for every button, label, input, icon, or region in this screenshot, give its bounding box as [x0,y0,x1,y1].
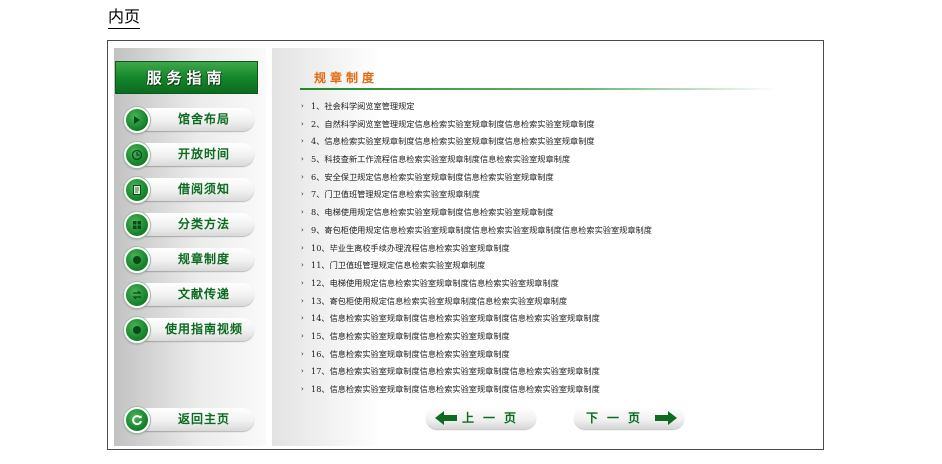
bullet-icon: › [301,225,304,234]
section-title: 规章制度 [314,71,379,85]
grid-icon [124,212,150,238]
prev-page-label: 上一页 [462,411,526,425]
rule-list-item: › 6、安全保卫规定信息检索实验室规章制度信息检索实验室规章制度 [301,169,811,187]
nav-item-layout[interactable]: 馆舍布局 [124,107,256,133]
sidebar-header-title: 服务指南 [146,69,227,87]
rule-list-item: › 8、电梯使用规定信息检索实验室规章制度信息检索实验室规章制度 [301,204,811,222]
nav-item-label: 借阅须知 [177,182,230,196]
rule-link[interactable]: 16、信息检索实验室规章制度信息检索实验室规章制度 [311,346,510,364]
main-panel: 规章制度 › 1、社会科学阅览室管理规定 › 2、自然科学阅览室管理规定信息检索实验室… [272,48,818,446]
nav-item-document-delivery[interactable]: 文献传递 [124,282,256,308]
rule-link[interactable]: 9、寄包柜使用规定信息检索实验室规章制度信息检索实验室规章制度信息检索实验室规章… [311,222,652,240]
rule-link[interactable]: 18、信息检索实验室规章制度信息检索实验室规章制度信息检索实验室规章制度 [311,381,600,399]
rule-list-item: › 1、社会科学阅览室管理规定 [301,98,811,116]
rule-list-item: › 13、寄包柜使用规定信息检索实验室规章制度信息检索实验室规章制度 [301,293,811,311]
page-label: 内页 [108,7,141,26]
video-icon [124,317,150,343]
document-icon [124,177,150,203]
nav-item-label: 分类方法 [177,217,230,231]
arrow-right-icon [124,107,150,133]
bullet-icon: › [301,367,304,376]
nav-item-label: 使用指南视频 [164,322,243,336]
transfer-icon [124,282,150,308]
rule-list-item: › 11、门卫值班管理规定信息检索实验室规章制度 [301,257,811,275]
bullet-icon: › [301,190,304,199]
next-page-button[interactable]: 下一页 [574,407,684,429]
rule-list-item: › 12、电梯使用规定信息检索实验室规章制度信息检索实验室规章制度 [301,275,811,293]
nav-item-guide-video[interactable]: 使用指南视频 [124,317,256,343]
nav-item-label: 馆舍布局 [177,112,230,126]
nav-item-label: 规章制度 [177,252,230,266]
bullet-icon: › [301,102,304,110]
rules-list: › 1、社会科学阅览室管理规定 › 2、自然科学阅览室管理规定信息检索实验室规章制度信… [301,98,811,399]
rule-link[interactable]: 7、门卫值班管理规定信息检索实验室规章制度 [311,186,480,204]
arrow-right-icon [655,411,677,425]
rule-list-item: › 2、自然科学阅览室管理规定信息检索实验室规章制度信息检索实验室规章制度 [301,116,811,134]
arrow-left-icon [435,411,457,425]
clock-icon [124,142,150,168]
sidebar-header: 服务指南 [115,61,258,94]
content-frame: 服务指南 馆舍布局 开放时间 借阅须知 分类方法 规章制度 文献传递 使用指南视… [107,40,824,450]
rule-link[interactable]: 10、毕业生离校手续办理流程信息检索实验室规章制度 [311,240,510,258]
rule-link[interactable]: 8、电梯使用规定信息检索实验室规章制度信息检索实验室规章制度 [311,204,554,222]
next-page-label: 下一页 [586,411,650,425]
bullet-icon: › [301,137,304,146]
bullet-icon: › [301,155,304,164]
rule-list-item: › 17、信息检索实验室规章制度信息检索实验室规章制度信息检索实验室规章制度 [301,363,811,381]
rule-link[interactable]: 14、信息检索实验室规章制度信息检索实验室规章制度信息检索实验室规章制度 [311,310,600,328]
rule-list-item: › 7、门卫值班管理规定信息检索实验室规章制度 [301,186,811,204]
rule-link[interactable]: 2、自然科学阅览室管理规定信息检索实验室规章制度信息检索实验室规章制度 [311,116,595,134]
rule-link[interactable]: 4、信息检索实验室规章制度信息检索实验室规章制度信息检索实验室规章制度 [311,133,595,151]
prev-page-button[interactable]: 上一页 [426,407,536,429]
rule-link[interactable]: 12、电梯使用规定信息检索实验室规章制度信息检索实验室规章制度 [311,275,559,293]
section-divider [300,88,778,90]
nav-item-regulations[interactable]: 规章制度 [124,247,256,273]
rule-list-item: › 9、寄包柜使用规定信息检索实验室规章制度信息检索实验室规章制度信息检索实验室规… [301,222,811,240]
rule-list-item: › 5、科技查新工作流程信息检索实验室规章制度信息检索实验室规章制度 [301,151,811,169]
rule-list-item: › 15、信息检索实验室规章制度信息检索实验室规章制度 [301,328,811,346]
bullet-icon: › [301,208,304,217]
rule-link[interactable]: 1、社会科学阅览室管理规定 [311,98,414,116]
bullet-icon: › [301,385,304,393]
bullet-icon: › [301,172,304,181]
rule-link[interactable]: 11、门卫值班管理规定信息检索实验室规章制度 [311,257,485,275]
rule-link[interactable]: 13、寄包柜使用规定信息检索实验室规章制度信息检索实验室规章制度 [311,293,567,311]
nav-item-label: 返回主页 [177,412,230,426]
bullet-icon: › [301,331,304,340]
rule-link[interactable]: 17、信息检索实验室规章制度信息检索实验室规章制度信息检索实验室规章制度 [311,363,600,381]
nav-item-label: 开放时间 [177,147,230,161]
rule-link[interactable]: 15、信息检索实验室规章制度信息检索实验室规章制度 [311,328,510,346]
nav-item-borrowing[interactable]: 借阅须知 [124,177,256,203]
page-label-underline [108,28,140,29]
bullet-icon: › [301,243,304,252]
bullet-icon: › [301,349,304,358]
sidebar: 服务指南 馆舍布局 开放时间 借阅须知 分类方法 规章制度 文献传递 使用指南视… [114,48,266,446]
bullet-icon: › [301,296,304,305]
rule-list-item: › 14、信息检索实验室规章制度信息检索实验室规章制度信息检索实验室规章制度 [301,310,811,328]
rule-list-item: › 16、信息检索实验室规章制度信息检索实验室规章制度 [301,346,811,364]
bullet-icon: › [301,314,304,323]
rule-link[interactable]: 6、安全保卫规定信息检索实验室规章制度信息检索实验室规章制度 [311,169,554,187]
nav-item-label: 文献传递 [177,287,230,301]
bullet-icon: › [301,119,304,128]
bullet-icon: › [301,261,304,270]
rule-link[interactable]: 5、科技查新工作流程信息检索实验室规章制度信息检索实验室规章制度 [311,151,570,169]
nav-item-classification[interactable]: 分类方法 [124,212,256,238]
rule-list-item: › 18、信息检索实验室规章制度信息检索实验室规章制度信息检索实验室规章制度 [301,381,811,399]
refresh-icon [124,407,150,433]
nav-item-home[interactable]: 返回主页 [124,407,256,433]
nav-item-hours[interactable]: 开放时间 [124,142,256,168]
rule-list-item: › 4、信息检索实验室规章制度信息检索实验室规章制度信息检索实验室规章制度 [301,133,811,151]
sphere-icon [124,247,150,273]
bullet-icon: › [301,278,304,287]
rule-list-item: › 10、毕业生离校手续办理流程信息检索实验室规章制度 [301,240,811,258]
